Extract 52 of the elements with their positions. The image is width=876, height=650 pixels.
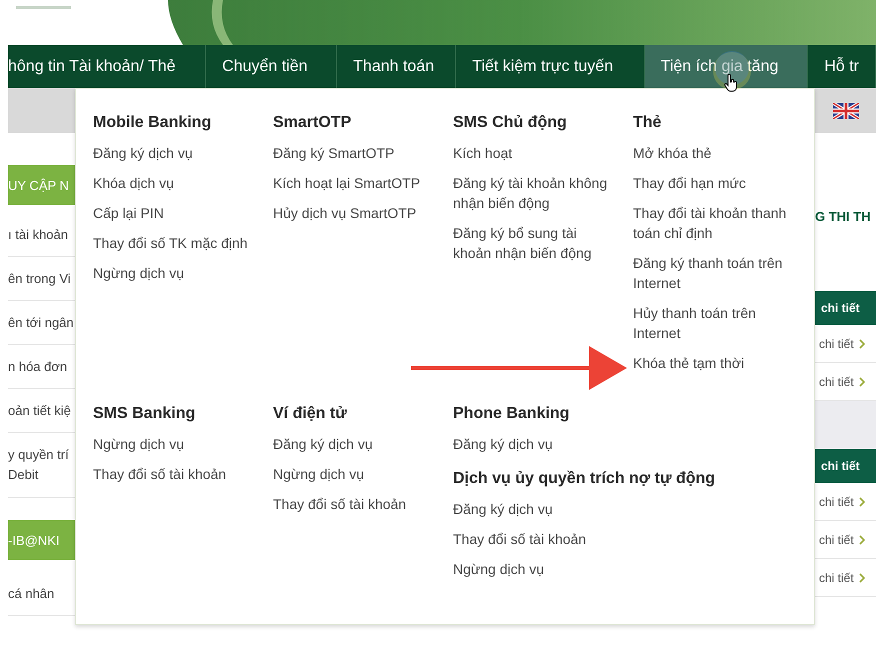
detail-link[interactable]: chi tiết [819, 570, 854, 584]
menu-item[interactable]: Kích hoạt [453, 143, 611, 163]
menu-item[interactable]: Đăng ký dịch vụ [273, 434, 431, 454]
sidebar-header: UY CẬP N [8, 165, 75, 205]
menu-item[interactable]: Cấp lại PIN [93, 203, 251, 223]
chevron-icon [858, 534, 865, 544]
menu-item[interactable]: Khóa dịch vụ [93, 173, 251, 193]
menu-group-title: SMS Chủ động [453, 113, 568, 133]
menu-item[interactable]: Thay đổi số tài khoản [453, 529, 731, 549]
menu-group-title: Dịch vụ ủy quyền trích nợ tự động [453, 469, 716, 489]
menu-item[interactable]: Đăng ký thanh toán trên Internet [633, 253, 791, 293]
menu-item[interactable]: Ngừng dịch vụ [93, 263, 251, 283]
panel-background [815, 401, 876, 449]
chevron-icon [858, 572, 865, 582]
detail-link[interactable]: chi tiết [819, 374, 854, 388]
detail-header: chi tiết [815, 291, 876, 325]
menu-item[interactable]: Kích hoạt lại SmartOTP [273, 173, 431, 193]
menu-item[interactable]: Đăng ký SmartOTP [273, 143, 431, 163]
chevron-icon [858, 338, 865, 348]
menu-group-title: Mobile Banking [93, 113, 212, 133]
menu-item[interactable]: Đăng ký dịch vụ [453, 434, 731, 454]
menu-item[interactable]: Hủy thanh toán trên Internet [633, 303, 791, 343]
flag-icon[interactable] [833, 102, 859, 118]
menu-item[interactable]: Thay đổi số TK mặc định [93, 233, 251, 253]
menu-item[interactable]: Khóa thẻ tạm thời [633, 353, 791, 373]
menu-item[interactable]: Ngừng dịch vụ [93, 434, 251, 454]
detail-header: chi tiết [815, 449, 876, 483]
menu-group-title: SMS Banking [93, 404, 196, 424]
menu-item[interactable]: Thay đổi tài khoản thanh toán chỉ định [633, 203, 791, 243]
menu-group-title: SmartOTP [273, 113, 352, 133]
menu-item[interactable]: Thay đổi số tài khoản [273, 494, 431, 514]
menu-item[interactable]: Thay đổi số tài khoản [93, 464, 251, 484]
menu-item[interactable]: Ngừng dịch vụ [273, 464, 431, 484]
chevron-icon [858, 496, 865, 506]
menu-item[interactable]: Đăng ký dịch vụ [453, 499, 731, 519]
menu-group-title: Ví điện tử [273, 404, 348, 424]
menu-item[interactable]: Thay đổi hạn mức [633, 173, 791, 193]
nav-tab[interactable]: Tiện ích gia tăng [644, 45, 808, 88]
chevron-icon [858, 376, 865, 386]
menu-item[interactable]: Đăng ký bổ sung tài khoản nhận biến động [453, 223, 611, 263]
menu-item[interactable]: Đăng ký tài khoản không nhận biến động [453, 173, 611, 213]
detail-link[interactable]: chi tiết [819, 494, 854, 508]
toolbar-strip [8, 88, 75, 133]
menu-item[interactable]: Mở khóa thẻ [633, 143, 791, 163]
detail-link[interactable]: chi tiết [819, 532, 854, 546]
sidebar-header: -IB@NKI [8, 520, 75, 560]
menu-item[interactable]: Hủy dịch vụ SmartOTP [273, 203, 431, 223]
menu-group-title: Phone Banking [453, 404, 570, 424]
menu-item[interactable]: Đăng ký dịch vụ [93, 143, 251, 163]
menu-group-title: Thẻ [633, 113, 662, 133]
menu-item[interactable]: Ngừng dịch vụ [453, 559, 731, 579]
detail-link[interactable]: chi tiết [819, 336, 854, 350]
